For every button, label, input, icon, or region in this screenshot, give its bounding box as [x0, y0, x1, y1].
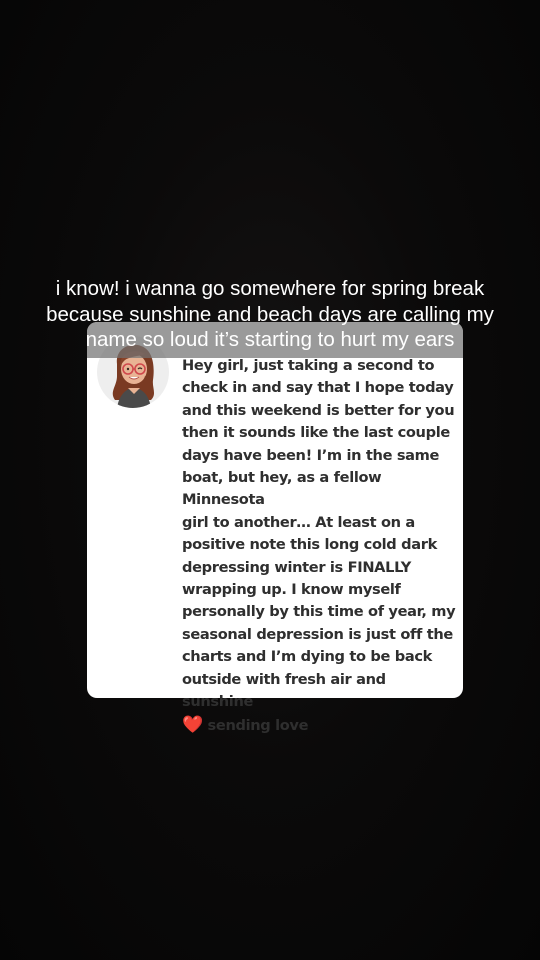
- question-reply-card: Hey girl, just taking a second to check …: [87, 322, 463, 735]
- heart-icon: ❤️: [182, 714, 203, 735]
- reply-message-body: Hey girl, just taking a second to check …: [182, 357, 456, 711]
- story-caption: i know! i wanna go somewhere for spring …: [46, 277, 494, 351]
- reply-closing-text: sending love: [202, 716, 309, 734]
- reply-message: Hey girl, just taking a second to check …: [182, 355, 458, 737]
- reply-closing-line: ❤️ sending love: [182, 714, 309, 735]
